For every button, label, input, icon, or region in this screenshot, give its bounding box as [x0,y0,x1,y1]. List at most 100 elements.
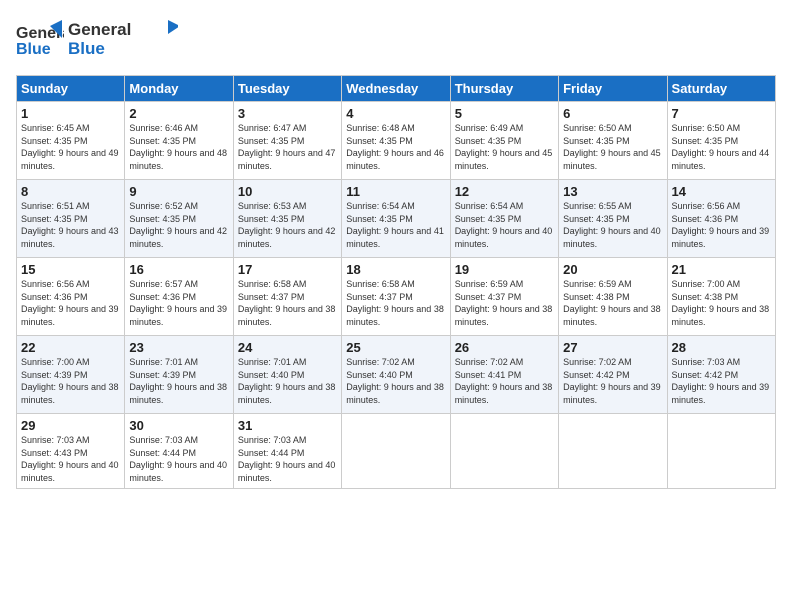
calendar-cell: 4 Sunrise: 6:48 AMSunset: 4:35 PMDayligh… [342,102,450,180]
day-number: 9 [129,184,228,199]
calendar-cell: 17 Sunrise: 6:58 AMSunset: 4:37 PMDaylig… [233,258,341,336]
calendar-cell: 29 Sunrise: 7:03 AMSunset: 4:43 PMDaylig… [17,414,125,489]
calendar-cell: 21 Sunrise: 7:00 AMSunset: 4:38 PMDaylig… [667,258,775,336]
svg-text:Blue: Blue [16,41,51,58]
day-info: Sunrise: 6:50 AMSunset: 4:35 PMDaylight:… [672,123,770,171]
calendar-cell: 16 Sunrise: 6:57 AMSunset: 4:36 PMDaylig… [125,258,233,336]
day-info: Sunrise: 7:02 AMSunset: 4:40 PMDaylight:… [346,357,444,405]
calendar-cell: 13 Sunrise: 6:55 AMSunset: 4:35 PMDaylig… [559,180,667,258]
day-info: Sunrise: 6:47 AMSunset: 4:35 PMDaylight:… [238,123,336,171]
day-info: Sunrise: 7:03 AMSunset: 4:42 PMDaylight:… [672,357,770,405]
day-number: 5 [455,106,554,121]
calendar-cell: 5 Sunrise: 6:49 AMSunset: 4:35 PMDayligh… [450,102,558,180]
day-number: 29 [21,418,120,433]
day-number: 16 [129,262,228,277]
day-number: 12 [455,184,554,199]
weekday-header-tuesday: Tuesday [233,76,341,102]
day-number: 6 [563,106,662,121]
day-info: Sunrise: 7:00 AMSunset: 4:39 PMDaylight:… [21,357,119,405]
day-number: 24 [238,340,337,355]
day-number: 31 [238,418,337,433]
day-info: Sunrise: 6:56 AMSunset: 4:36 PMDaylight:… [21,279,119,327]
calendar-cell: 30 Sunrise: 7:03 AMSunset: 4:44 PMDaylig… [125,414,233,489]
day-number: 11 [346,184,445,199]
day-info: Sunrise: 6:59 AMSunset: 4:37 PMDaylight:… [455,279,553,327]
weekday-header-saturday: Saturday [667,76,775,102]
day-number: 27 [563,340,662,355]
day-number: 30 [129,418,228,433]
calendar-cell: 14 Sunrise: 6:56 AMSunset: 4:36 PMDaylig… [667,180,775,258]
day-number: 19 [455,262,554,277]
day-number: 22 [21,340,120,355]
svg-text:Blue: Blue [68,39,105,58]
calendar-cell: 15 Sunrise: 6:56 AMSunset: 4:36 PMDaylig… [17,258,125,336]
day-number: 8 [21,184,120,199]
weekday-header-wednesday: Wednesday [342,76,450,102]
calendar-cell: 22 Sunrise: 7:00 AMSunset: 4:39 PMDaylig… [17,336,125,414]
week-row-2: 8 Sunrise: 6:51 AMSunset: 4:35 PMDayligh… [17,180,776,258]
day-info: Sunrise: 6:48 AMSunset: 4:35 PMDaylight:… [346,123,444,171]
day-number: 15 [21,262,120,277]
calendar-cell [342,414,450,489]
day-number: 10 [238,184,337,199]
day-number: 23 [129,340,228,355]
day-info: Sunrise: 6:53 AMSunset: 4:35 PMDaylight:… [238,201,336,249]
day-number: 21 [672,262,771,277]
calendar-cell: 27 Sunrise: 7:02 AMSunset: 4:42 PMDaylig… [559,336,667,414]
day-number: 25 [346,340,445,355]
day-info: Sunrise: 6:57 AMSunset: 4:36 PMDaylight:… [129,279,227,327]
weekday-header-sunday: Sunday [17,76,125,102]
calendar-cell: 2 Sunrise: 6:46 AMSunset: 4:35 PMDayligh… [125,102,233,180]
calendar-cell [559,414,667,489]
day-info: Sunrise: 6:51 AMSunset: 4:35 PMDaylight:… [21,201,119,249]
calendar-cell: 24 Sunrise: 7:01 AMSunset: 4:40 PMDaylig… [233,336,341,414]
day-number: 13 [563,184,662,199]
calendar-cell: 23 Sunrise: 7:01 AMSunset: 4:39 PMDaylig… [125,336,233,414]
header: General Blue General Blue [16,16,776,65]
day-info: Sunrise: 7:00 AMSunset: 4:38 PMDaylight:… [672,279,770,327]
calendar-cell: 9 Sunrise: 6:52 AMSunset: 4:35 PMDayligh… [125,180,233,258]
calendar-cell: 10 Sunrise: 6:53 AMSunset: 4:35 PMDaylig… [233,180,341,258]
logo-icon: General Blue [16,18,64,60]
calendar-cell: 6 Sunrise: 6:50 AMSunset: 4:35 PMDayligh… [559,102,667,180]
weekday-header-thursday: Thursday [450,76,558,102]
calendar-cell: 18 Sunrise: 6:58 AMSunset: 4:37 PMDaylig… [342,258,450,336]
day-info: Sunrise: 6:45 AMSunset: 4:35 PMDaylight:… [21,123,119,171]
calendar-cell: 20 Sunrise: 6:59 AMSunset: 4:38 PMDaylig… [559,258,667,336]
day-number: 1 [21,106,120,121]
calendar-cell [450,414,558,489]
day-info: Sunrise: 6:54 AMSunset: 4:35 PMDaylight:… [455,201,553,249]
calendar-cell: 1 Sunrise: 6:45 AMSunset: 4:35 PMDayligh… [17,102,125,180]
calendar-cell: 28 Sunrise: 7:03 AMSunset: 4:42 PMDaylig… [667,336,775,414]
week-row-1: 1 Sunrise: 6:45 AMSunset: 4:35 PMDayligh… [17,102,776,180]
day-info: Sunrise: 6:59 AMSunset: 4:38 PMDaylight:… [563,279,661,327]
week-row-3: 15 Sunrise: 6:56 AMSunset: 4:36 PMDaylig… [17,258,776,336]
day-info: Sunrise: 7:02 AMSunset: 4:41 PMDaylight:… [455,357,553,405]
day-info: Sunrise: 7:03 AMSunset: 4:44 PMDaylight:… [238,435,336,483]
day-number: 18 [346,262,445,277]
day-info: Sunrise: 6:52 AMSunset: 4:35 PMDaylight:… [129,201,227,249]
day-info: Sunrise: 7:01 AMSunset: 4:40 PMDaylight:… [238,357,336,405]
day-info: Sunrise: 6:50 AMSunset: 4:35 PMDaylight:… [563,123,661,171]
day-info: Sunrise: 7:02 AMSunset: 4:42 PMDaylight:… [563,357,661,405]
calendar-table: SundayMondayTuesdayWednesdayThursdayFrid… [16,75,776,489]
day-info: Sunrise: 6:54 AMSunset: 4:35 PMDaylight:… [346,201,444,249]
calendar-cell: 11 Sunrise: 6:54 AMSunset: 4:35 PMDaylig… [342,180,450,258]
svg-text:General: General [68,20,131,39]
day-number: 2 [129,106,228,121]
day-info: Sunrise: 6:58 AMSunset: 4:37 PMDaylight:… [238,279,336,327]
page-container: General Blue General Blue SundayMondayTu… [0,0,792,612]
logo-svg: General Blue [68,16,178,60]
day-info: Sunrise: 6:49 AMSunset: 4:35 PMDaylight:… [455,123,553,171]
day-info: Sunrise: 6:55 AMSunset: 4:35 PMDaylight:… [563,201,661,249]
week-row-5: 29 Sunrise: 7:03 AMSunset: 4:43 PMDaylig… [17,414,776,489]
day-number: 3 [238,106,337,121]
calendar-cell: 12 Sunrise: 6:54 AMSunset: 4:35 PMDaylig… [450,180,558,258]
logo: General Blue General Blue [16,16,178,65]
day-info: Sunrise: 6:56 AMSunset: 4:36 PMDaylight:… [672,201,770,249]
calendar-cell: 19 Sunrise: 6:59 AMSunset: 4:37 PMDaylig… [450,258,558,336]
day-info: Sunrise: 7:01 AMSunset: 4:39 PMDaylight:… [129,357,227,405]
day-number: 14 [672,184,771,199]
day-number: 17 [238,262,337,277]
calendar-cell: 7 Sunrise: 6:50 AMSunset: 4:35 PMDayligh… [667,102,775,180]
